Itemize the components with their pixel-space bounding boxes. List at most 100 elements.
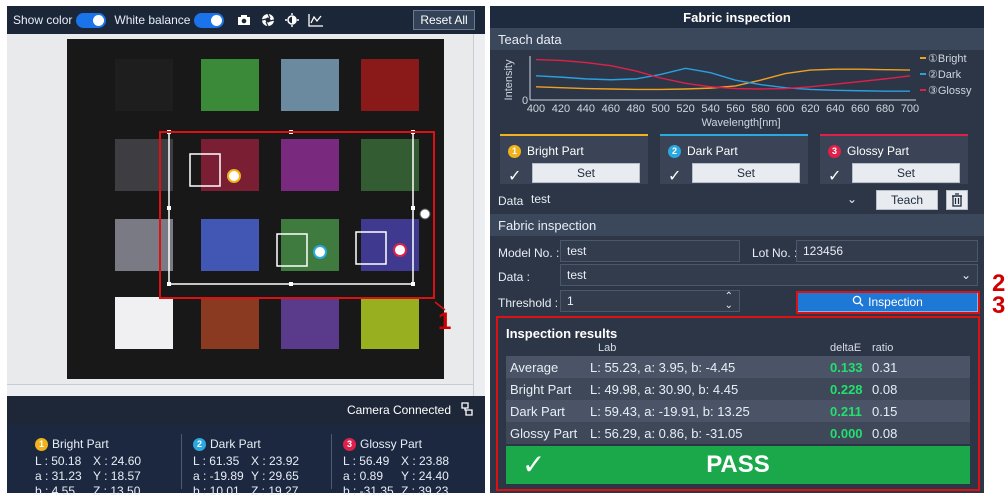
part-divider <box>181 434 182 489</box>
teach-data-label: Data <box>498 194 524 208</box>
x-tick-label: 400 <box>527 103 545 115</box>
data-label: Data : <box>498 270 531 284</box>
app-root: Show color White balance Reset All Camer… <box>0 0 1006 498</box>
check-icon: ✓ <box>668 168 682 185</box>
x-tick-label: 680 <box>876 103 894 115</box>
part-value-row: L : 50.18 X : 24.60 <box>35 454 180 469</box>
part-value: L : 50.18 <box>35 454 82 468</box>
y-axis-label: Intensity <box>503 59 515 100</box>
set-button[interactable]: Set <box>852 163 960 183</box>
x-tick-label: 540 <box>701 103 719 115</box>
part-values-3: 3 Glossy Part L : 56.49 X : 23.88 a : 0.89 Y … <box>343 437 488 499</box>
data-select[interactable]: test ⌄ <box>560 264 978 286</box>
part-values-header: 2 Dark Part <box>193 437 338 452</box>
teach-button[interactable]: Teach <box>876 190 938 210</box>
part-value: Y : 24.40 <box>401 469 449 483</box>
camera-viewer[interactable] <box>7 34 473 384</box>
part-value: a : 31.23 <box>35 469 82 483</box>
teach-part-name: Dark Part <box>687 144 738 158</box>
aperture-icon[interactable] <box>260 12 276 28</box>
lot-value: 123456 <box>803 244 844 258</box>
part-number-badge: 2 <box>668 144 681 158</box>
reset-all-button[interactable]: Reset All <box>413 10 475 30</box>
part-values-2: 2 Dark Part L : 61.35 X : 23.92 a : -19.89 Y … <box>193 437 338 499</box>
lot-input[interactable]: 123456 <box>796 240 978 262</box>
show-color-toggle[interactable] <box>76 12 107 28</box>
part-value: X : 23.88 <box>401 454 450 468</box>
part-value: a : -19.89 <box>193 469 244 483</box>
x-tick-label: 520 <box>676 103 694 115</box>
part-value: Z : 19.27 <box>251 484 299 498</box>
threshold-stepper[interactable]: 1 ⌃ ⌄ <box>560 290 740 312</box>
teach-data-select[interactable]: test ⌄ <box>524 188 864 210</box>
lot-label: Lot No. : <box>752 246 798 260</box>
model-label: Model No. : <box>498 246 560 260</box>
part-value: a : 0.89 <box>343 469 384 483</box>
x-tick-label: 620 <box>801 103 819 115</box>
part-number-badge: 3 <box>343 438 356 451</box>
part-values-bar: 1 Bright Part L : 50.18 X : 24.60 a : 31.23 Y… <box>7 424 485 498</box>
part-value-row: b : 4.55 Z : 13.50 <box>35 484 180 499</box>
part-value-row: a : 0.89 Y : 24.40 <box>343 469 488 484</box>
x-axis-label: Wavelength[nm] <box>701 117 780 129</box>
spectrum-chart: Intensity 0 400 420 440 460 480 500 520 540 560 580… <box>490 50 984 130</box>
camera-status-text: Camera Connected <box>346 403 451 417</box>
part-value: Y : 29.65 <box>251 469 299 483</box>
callout-3: 3 <box>992 292 1006 319</box>
x-tick-label: 420 <box>552 103 570 115</box>
part-value: b : 4.55 <box>35 484 76 498</box>
roi-overlay[interactable] <box>7 34 473 384</box>
part-value-row: a : -19.89 Y : 29.65 <box>193 469 338 484</box>
legend-label: ②Dark <box>928 69 962 81</box>
x-tick-label: 580 <box>751 103 769 115</box>
part-value: X : 24.60 <box>93 454 142 468</box>
x-tick-label: 660 <box>851 103 869 115</box>
teach-part-3: 3 Glossy Part ✓ Set <box>820 134 968 185</box>
teach-part-1: 1 Bright Part ✓ Set <box>500 134 648 185</box>
part-divider <box>331 434 332 489</box>
camera-panel: Show color White balance Reset All Camer… <box>7 6 485 498</box>
threshold-label: Threshold : <box>498 296 559 310</box>
teach-part-header: 2 Dark Part <box>668 144 738 158</box>
inspection-panel: Fabric inspection Teach data Intensity 0 4… <box>490 6 984 493</box>
chevron-down-icon: ⌄ <box>960 268 971 282</box>
x-tick-label: 700 <box>901 103 919 115</box>
part-name: Dark Part <box>210 437 261 451</box>
waveform-icon[interactable] <box>308 12 324 28</box>
callout-1: 1 <box>438 308 452 335</box>
teach-part-name: Bright Part <box>527 144 584 158</box>
teach-data-header: Teach data <box>490 28 984 50</box>
check-icon: ✓ <box>508 168 522 185</box>
part-number-badge: 3 <box>828 144 841 158</box>
camera-icon[interactable] <box>236 12 252 28</box>
brightness-icon[interactable] <box>284 12 300 28</box>
part-value: Z : 13.50 <box>93 484 141 498</box>
vertical-scrollbar[interactable] <box>473 34 485 396</box>
teach-data-value: test <box>531 192 551 206</box>
horizontal-scrollbar[interactable] <box>7 384 473 396</box>
set-button[interactable]: Set <box>532 163 640 183</box>
set-button[interactable]: Set <box>692 163 800 183</box>
x-tick-label: 480 <box>627 103 645 115</box>
white-balance-toggle[interactable] <box>194 12 225 28</box>
x-tick-label: 460 <box>602 103 620 115</box>
x-tick-label: 640 <box>826 103 844 115</box>
part-number-badge: 1 <box>35 438 48 451</box>
stepper-arrows-icon[interactable]: ⌃ ⌄ <box>725 292 733 311</box>
part-values-header: 1 Bright Part <box>35 437 180 452</box>
model-input[interactable]: test <box>560 240 740 262</box>
x-tick-label: 500 <box>651 103 669 115</box>
part-value: L : 61.35 <box>193 454 240 468</box>
part-value-row: a : 31.23 Y : 18.57 <box>35 469 180 484</box>
part-name: Glossy Part <box>360 437 423 451</box>
trash-icon[interactable] <box>946 190 968 210</box>
x-tick-label: 560 <box>726 103 744 115</box>
legend-label: ③Glossy <box>928 85 972 97</box>
check-icon: ✓ <box>828 168 842 185</box>
part-name: Bright Part <box>52 437 109 451</box>
camera-link-icon <box>459 401 475 420</box>
part-value: Y : 18.57 <box>93 469 141 483</box>
data-value: test <box>567 268 587 282</box>
part-values-header: 3 Glossy Part <box>343 437 488 452</box>
x-tick-label: 440 <box>577 103 595 115</box>
